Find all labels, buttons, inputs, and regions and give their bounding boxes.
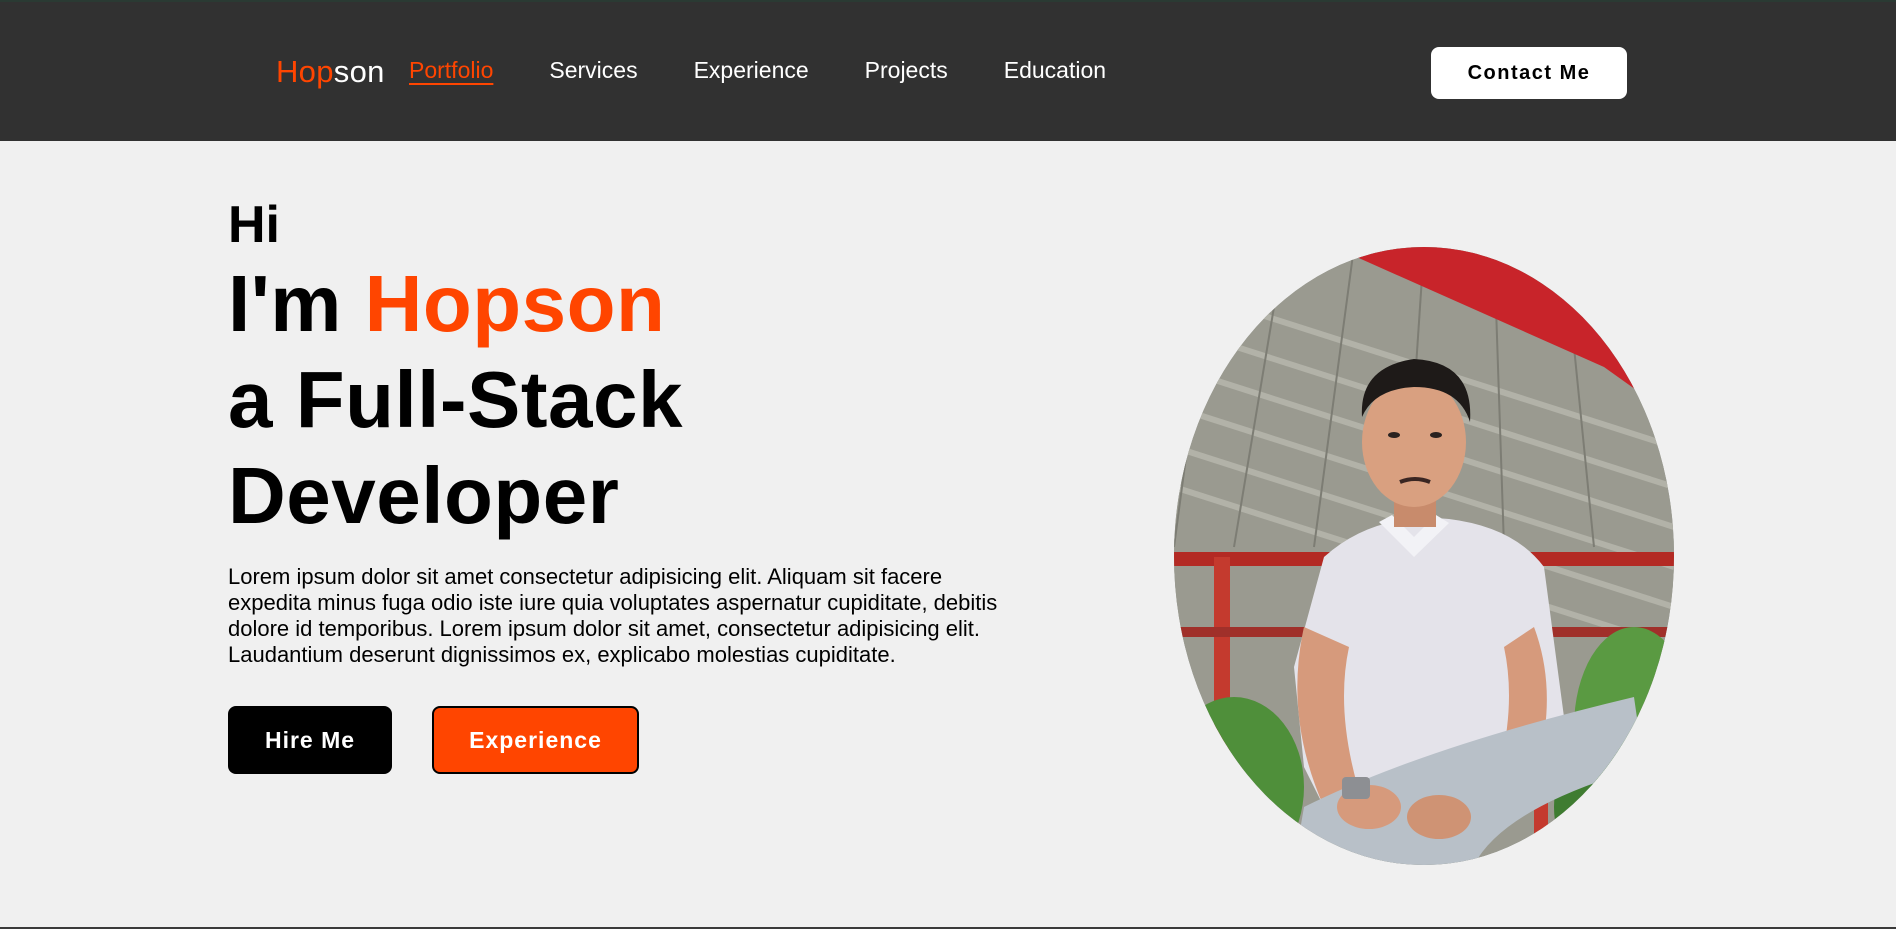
- nav-links: Portfolio Services Experience Projects E…: [409, 54, 1106, 86]
- profile-photo-illustration: [1174, 247, 1674, 865]
- hire-me-button[interactable]: Hire Me: [228, 706, 392, 774]
- hero-role-line-2: Developer: [228, 451, 620, 540]
- contact-me-button[interactable]: Contact Me: [1431, 47, 1627, 99]
- logo[interactable]: Hopson: [276, 52, 385, 92]
- navbar: Hopson Portfolio Services Experience Pro…: [0, 0, 1896, 141]
- logo-text: son: [333, 54, 385, 89]
- nav-link-experience[interactable]: Experience: [694, 54, 809, 86]
- nav-link-portfolio[interactable]: Portfolio: [409, 54, 493, 86]
- hero-name-line: I'm Hopson: [228, 257, 683, 351]
- hero-role-line-1: a Full-Stack: [228, 355, 684, 444]
- hero-greeting: Hi: [228, 196, 280, 254]
- hero-description: Lorem ipsum dolor sit amet consectetur a…: [228, 564, 998, 667]
- profile-photo: [1174, 247, 1674, 865]
- nav-link-services[interactable]: Services: [549, 54, 637, 86]
- hero-name-prefix: I'm: [228, 259, 365, 348]
- nav-link-projects[interactable]: Projects: [865, 54, 948, 86]
- nav-link-education[interactable]: Education: [1004, 54, 1106, 86]
- hero-name: Hopson: [364, 259, 666, 348]
- logo-accent-text: Hop: [276, 54, 334, 89]
- experience-button[interactable]: Experience: [432, 706, 639, 774]
- hero-heading: Hi I'm Hopson a Full-Stack Developer: [228, 195, 683, 543]
